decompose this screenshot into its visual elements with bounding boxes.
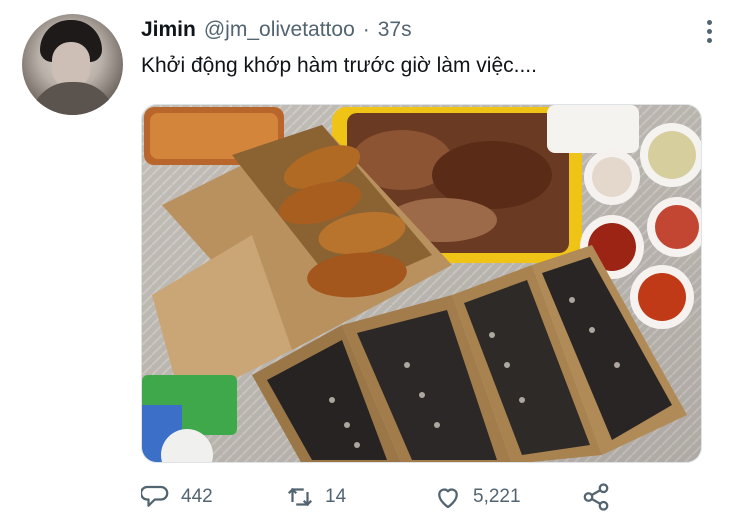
like-count: 5,221 <box>473 486 521 507</box>
header-separator: · <box>362 18 370 41</box>
retweet-icon <box>287 487 313 507</box>
comment-bubble-icon <box>141 485 169 507</box>
share-icon <box>583 483 609 511</box>
tweet-header: Jimin @jm_olivetattoo · 37s <box>141 18 412 42</box>
tweet-actions: 442 14 5,221 <box>141 482 621 514</box>
tweet-timestamp[interactable]: 37s <box>378 18 412 42</box>
like-button[interactable]: 5,221 <box>433 482 521 512</box>
author-name[interactable]: Jimin <box>141 18 196 42</box>
reply-button[interactable]: 442 <box>141 482 213 512</box>
avatar-body <box>30 82 116 115</box>
author-avatar[interactable] <box>22 14 123 115</box>
reply-count: 442 <box>181 486 213 507</box>
food-photo-illustration <box>142 105 701 462</box>
heart-icon <box>438 488 458 509</box>
author-handle[interactable]: @jm_olivetattoo <box>204 18 355 42</box>
share-button[interactable] <box>581 482 611 512</box>
retweet-button[interactable]: 14 <box>285 482 346 512</box>
more-vertical-icon[interactable] <box>704 20 714 48</box>
tweet-photo[interactable] <box>141 104 702 463</box>
retweet-count: 14 <box>325 486 347 507</box>
tweet-text: Khởi động khớp hàm trước giờ làm việc...… <box>141 54 537 77</box>
